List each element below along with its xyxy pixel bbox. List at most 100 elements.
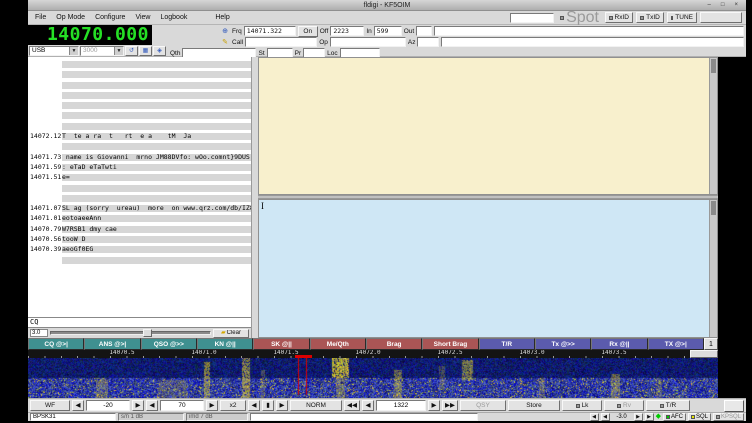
sig-low-down-button[interactable]: ◀ — [72, 400, 84, 411]
carrier-up-button[interactable]: ▶ — [428, 400, 440, 411]
minimize-icon[interactable]: – — [708, 0, 711, 10]
channel-row[interactable] — [28, 102, 251, 109]
rx-scrollbar[interactable] — [709, 58, 717, 194]
frequency-lcd[interactable]: 14070.000 — [28, 25, 152, 45]
scroll-right-button[interactable]: ▶ — [276, 400, 288, 411]
channel-row[interactable] — [28, 82, 251, 89]
carrier-value[interactable]: 1322 — [376, 400, 426, 411]
channel-row[interactable] — [28, 112, 251, 119]
norm-button[interactable]: NORM — [290, 400, 342, 411]
carrier-fast-up-button[interactable]: ▶▶ — [442, 400, 458, 411]
macro-meqth-button[interactable]: Me/Qth — [310, 338, 366, 350]
channel-row[interactable]: 14070.56tooW D — [28, 236, 251, 243]
afc-toggle[interactable]: AFC — [663, 413, 686, 421]
channel-row[interactable] — [28, 61, 251, 68]
channel-row[interactable] — [28, 257, 251, 264]
macro-sk-button[interactable]: SK @|| — [253, 338, 309, 350]
channel-row[interactable]: 14071.73 name is Giovanni mrno JM88DVfo:… — [28, 154, 251, 161]
channel-row[interactable] — [28, 185, 251, 192]
channel-row[interactable] — [28, 71, 251, 78]
rx-pane[interactable] — [258, 57, 718, 195]
squelch-slider[interactable] — [50, 331, 211, 335]
txid-toggle[interactable]: TxID — [636, 12, 664, 23]
name-field[interactable] — [441, 37, 744, 47]
txrx-toggle[interactable]: T/R — [646, 400, 690, 411]
rx-text-area[interactable] — [259, 58, 709, 194]
sig-low-value[interactable]: -20 — [86, 400, 130, 411]
tune-button[interactable]: TUNE — [667, 12, 697, 23]
menu-op-mode[interactable]: Op Mode — [51, 11, 90, 24]
channel-row[interactable]: 14070.79W7RSB1 dmy cae — [28, 226, 251, 233]
macro-kn-button[interactable]: KN @|| — [197, 338, 253, 350]
grid-icon[interactable]: ▦ — [139, 46, 152, 56]
call-field[interactable] — [245, 37, 317, 47]
chevron-down-icon[interactable]: ▼ — [69, 47, 78, 55]
sql-toggle[interactable]: SQL — [688, 413, 711, 421]
off-field[interactable]: 2223 — [330, 26, 364, 36]
scrollbar-thumb[interactable] — [711, 201, 716, 215]
qrz-lookup-icon[interactable]: ⊕ — [220, 27, 230, 35]
channel-row[interactable] — [28, 143, 251, 150]
wf-mode-button[interactable]: WF — [30, 400, 70, 411]
clear-button[interactable]: ▰Clear — [213, 329, 249, 338]
menu-help[interactable]: Help — [210, 11, 234, 24]
carrier-fast-down-button[interactable]: ◀◀ — [344, 400, 360, 411]
macro-qso-button[interactable]: QSO @>> — [141, 338, 197, 350]
menu-logbook[interactable]: Logbook — [155, 11, 192, 24]
afc-up-button[interactable]: ▶ — [634, 413, 643, 421]
waterfall-cursor-marker[interactable] — [295, 355, 312, 358]
rig-mode-select[interactable]: USB▼ — [29, 46, 79, 56]
carrier-down-button[interactable]: ◀ — [362, 400, 374, 411]
status-mode[interactable]: BPSK31 — [30, 413, 116, 421]
notes-field[interactable] — [434, 26, 744, 36]
channel-row[interactable]: 14071.01eotoaeeAnn — [28, 215, 251, 222]
channel-row[interactable] — [28, 195, 251, 202]
channel-row[interactable]: 14072.12T te a ra t rt e a tM Ja — [28, 133, 251, 140]
channel-row[interactable]: 14071.51e= — [28, 174, 251, 181]
macro-ans-button[interactable]: ANS @>| — [84, 338, 140, 350]
macro-tx2-button[interactable]: TX @>| — [648, 338, 704, 350]
refresh-icon[interactable]: ↺ — [125, 46, 138, 56]
title-bar[interactable]: fldigi - KF5OIM – □ × — [28, 0, 746, 11]
store-button[interactable]: Store — [508, 400, 560, 411]
seek-string-field[interactable]: CQ — [28, 317, 251, 328]
macro-brag-button[interactable]: Brag — [366, 338, 422, 350]
out-field[interactable] — [416, 26, 432, 36]
sig-range-up-button[interactable]: ▶ — [206, 400, 218, 411]
macro-shortbrag-button[interactable]: Short Brag — [422, 338, 478, 350]
waterfall-canvas[interactable] — [28, 358, 718, 398]
waterfall-ruler[interactable]: 14070.5 14071.0 14071.5 14072.0 14072.5 … — [28, 350, 690, 358]
sig-low-up-button[interactable]: ▶ — [132, 400, 144, 411]
menu-configure[interactable]: Configure — [90, 11, 130, 24]
frq-field[interactable]: 14071.322 — [244, 26, 296, 36]
maximize-icon[interactable]: □ — [721, 0, 725, 10]
afc-fast-up-button[interactable]: ▶ — [645, 413, 654, 421]
pause-button[interactable]: ▮ — [262, 400, 274, 411]
sig-range-value[interactable]: 70 — [160, 400, 204, 411]
zoom-button[interactable]: x2 — [220, 400, 246, 411]
az-field[interactable] — [417, 37, 439, 47]
on-button[interactable]: On — [298, 26, 318, 37]
chevron-down-icon[interactable]: ▼ — [114, 47, 123, 55]
scroll-left-button[interactable]: ◀ — [248, 400, 260, 411]
macro-cq-button[interactable]: CQ @>| — [28, 338, 84, 350]
tx-pane[interactable]: I — [258, 199, 718, 338]
tx-scrollbar[interactable] — [709, 200, 717, 337]
scrollbar-thumb[interactable] — [711, 59, 716, 73]
channel-row[interactable]: 14070.39aeoGf0EG — [28, 246, 251, 253]
macro-rx-button[interactable]: Rx @|| — [591, 338, 647, 350]
op-field[interactable] — [330, 37, 406, 47]
close-icon[interactable]: × — [734, 0, 738, 10]
channel-row[interactable]: 14071.59: eTaD eTaTwti — [28, 164, 251, 171]
tx-text-area[interactable]: I — [259, 200, 709, 337]
channel-row[interactable] — [28, 92, 251, 99]
lock-toggle[interactable]: Lk — [562, 400, 602, 411]
pencil-icon[interactable]: ✎ — [220, 38, 230, 46]
in-field[interactable]: 599 — [374, 26, 402, 36]
bandwidth-select[interactable]: 3000▼ — [80, 46, 124, 56]
afc-down-button[interactable]: ◀ — [601, 413, 610, 421]
menu-view[interactable]: View — [130, 11, 155, 24]
channel-row[interactable]: 14071.07SL ag (sorry ureau) more on www.… — [28, 205, 251, 212]
sig-range-down-button[interactable]: ◀ — [146, 400, 158, 411]
channel-row[interactable] — [28, 123, 251, 130]
